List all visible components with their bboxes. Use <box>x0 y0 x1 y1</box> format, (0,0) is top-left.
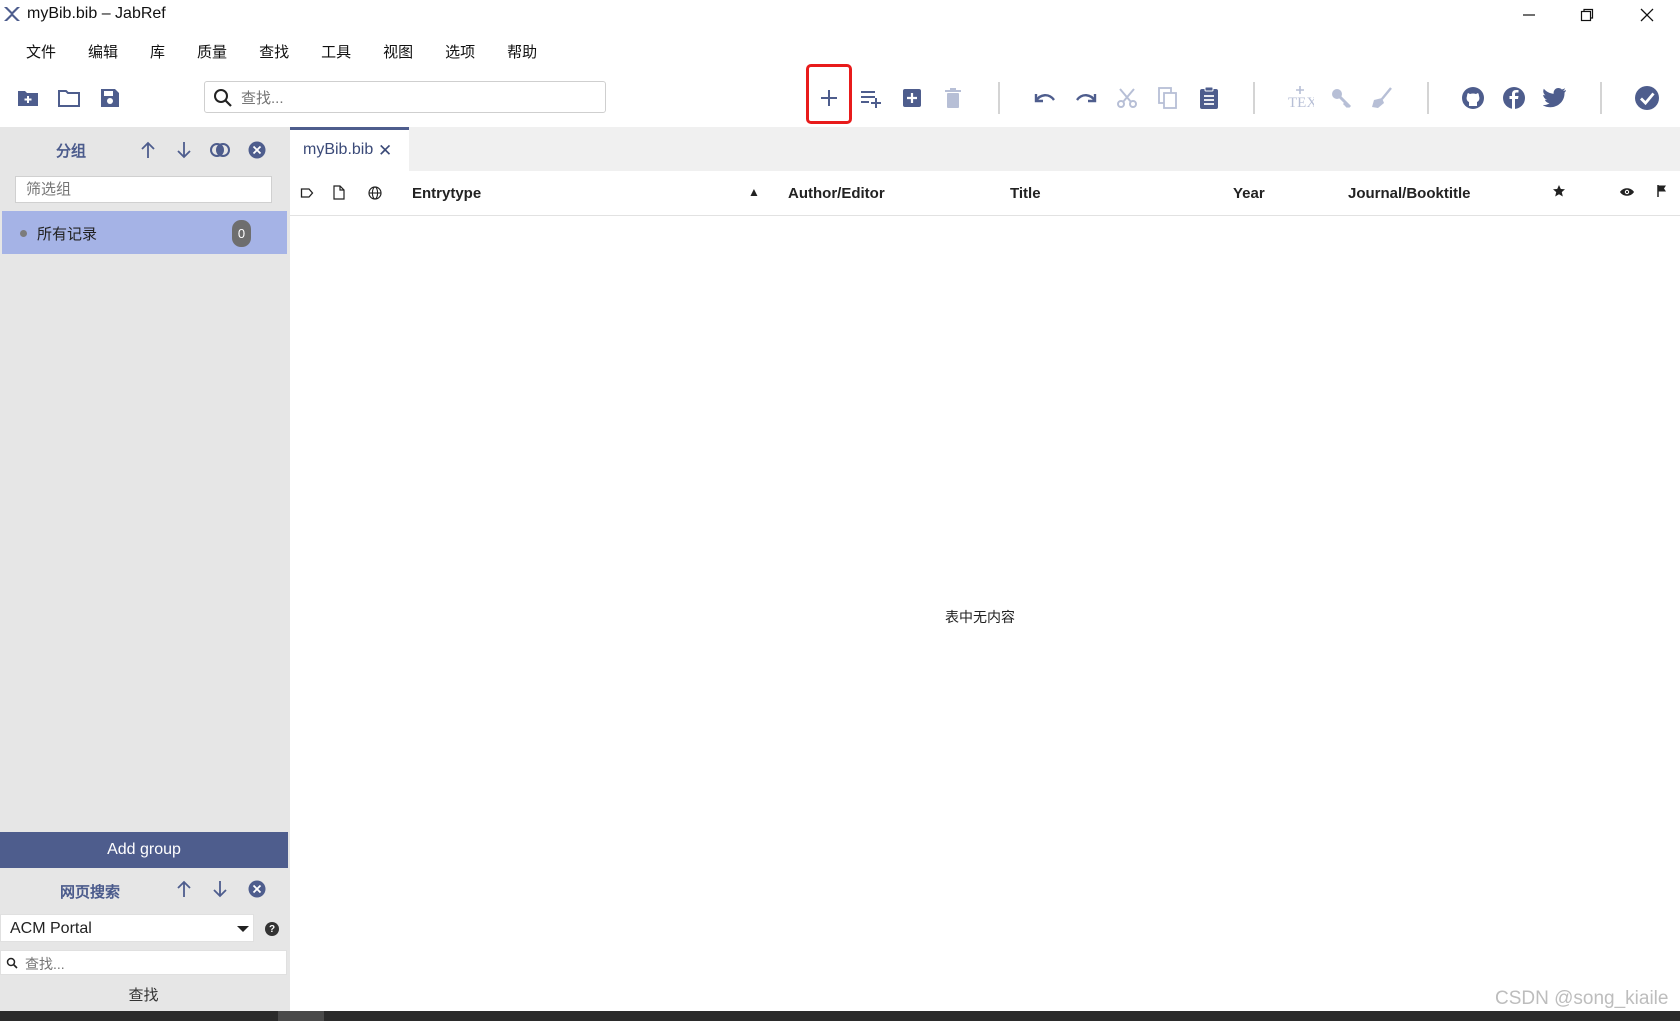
intersection-icon[interactable] <box>208 138 232 162</box>
tab-label: myBib.bib <box>303 141 374 158</box>
column-title[interactable]: Title <box>1010 185 1041 202</box>
open-library-icon[interactable] <box>52 81 86 115</box>
paste-icon[interactable] <box>1192 81 1226 115</box>
add-entry-from-id-icon[interactable] <box>854 81 888 115</box>
tab-close-icon[interactable]: ✕ <box>378 141 392 161</box>
small-search-icon <box>6 957 18 969</box>
library-tab-bar: myBib.bib ✕ <box>290 127 1680 171</box>
save-library-icon[interactable] <box>93 81 127 115</box>
minimize-icon[interactable] <box>1500 0 1558 30</box>
menu-edit[interactable]: 编辑 <box>88 36 118 64</box>
groups-title: 分组 <box>56 143 87 160</box>
global-search-box[interactable] <box>204 81 606 113</box>
tex-icon[interactable]: TEX <box>1283 81 1317 115</box>
toolbar-separator <box>1427 82 1429 114</box>
menu-bar: 文件 编辑 库 质量 查找 工具 视图 选项 帮助 <box>0 36 543 64</box>
toolbar-separator <box>1600 82 1602 114</box>
column-year[interactable]: Year <box>1233 185 1265 202</box>
dropdown-arrow-icon <box>237 926 249 932</box>
column-entrytype[interactable]: Entrytype <box>412 185 481 202</box>
check-circle-icon[interactable] <box>1630 81 1664 115</box>
file-icon[interactable] <box>333 185 345 200</box>
column-journal-booktitle[interactable]: Journal/Booktitle <box>1348 185 1471 202</box>
toolbar-separator <box>998 82 1000 114</box>
web-search-close-icon[interactable] <box>245 877 269 901</box>
add-group-button[interactable]: Add group <box>0 832 288 868</box>
add-entry-icon[interactable] <box>812 81 846 115</box>
key-icon[interactable] <box>1324 81 1358 115</box>
web-search-input[interactable] <box>23 953 282 974</box>
side-panel: 分组 所有记录 0 Add group 网页搜索 ACM Portal ? <box>0 127 290 1011</box>
linked-label-icon[interactable] <box>300 186 314 200</box>
group-item-label: 所有记录 <box>37 226 98 243</box>
web-search-arrow-up-icon[interactable] <box>172 877 196 901</box>
menu-help[interactable]: 帮助 <box>507 36 537 64</box>
globe-icon[interactable] <box>368 186 382 200</box>
sort-ascending-icon[interactable]: ▲ <box>748 185 760 199</box>
group-count-badge: 0 <box>232 220 251 247</box>
fetcher-select[interactable]: ACM Portal <box>0 914 254 942</box>
twitter-icon[interactable] <box>1538 81 1572 115</box>
menu-file[interactable]: 文件 <box>26 36 56 64</box>
menu-options[interactable]: 选项 <box>445 36 475 64</box>
fetcher-select-value: ACM Portal <box>10 920 92 937</box>
restore-icon[interactable] <box>1558 0 1616 30</box>
close-icon[interactable] <box>1618 0 1676 30</box>
new-library-icon[interactable] <box>11 81 45 115</box>
undo-icon[interactable] <box>1028 81 1062 115</box>
arrow-up-icon[interactable] <box>136 138 160 162</box>
group-dot-icon <box>20 230 27 237</box>
facebook-icon[interactable] <box>1497 81 1531 115</box>
redo-icon[interactable] <box>1069 81 1103 115</box>
close-circle-icon[interactable] <box>245 138 269 162</box>
table-header: Entrytype ▲ Author/Editor Title Year Jou… <box>290 171 1680 216</box>
cut-icon[interactable] <box>1110 81 1144 115</box>
help-icon[interactable]: ? <box>265 922 279 936</box>
toolbar-separator <box>1253 82 1255 114</box>
menu-quality[interactable]: 质量 <box>197 36 227 64</box>
star-icon[interactable] <box>1552 184 1566 198</box>
eye-icon[interactable] <box>1619 186 1635 198</box>
empty-table-message: 表中无内容 <box>945 609 1015 625</box>
global-search-input[interactable] <box>239 86 603 110</box>
web-search-title: 网页搜索 <box>60 884 121 901</box>
flag-icon[interactable] <box>1656 184 1668 198</box>
arrow-down-icon[interactable] <box>172 138 196 162</box>
github-icon[interactable] <box>1456 81 1490 115</box>
svg-text:TEX: TEX <box>1288 95 1314 111</box>
menu-tools[interactable]: 工具 <box>321 36 351 64</box>
menu-search[interactable]: 查找 <box>259 36 289 64</box>
group-filter-input[interactable] <box>15 176 272 203</box>
search-icon <box>213 88 233 108</box>
window-title: myBib.bib – JabRef <box>27 5 166 22</box>
web-search-box[interactable] <box>0 950 287 975</box>
cleanup-icon[interactable] <box>1365 81 1399 115</box>
new-entry-plus-icon[interactable] <box>895 81 929 115</box>
group-item-all-entries[interactable]: 所有记录 0 <box>2 211 287 254</box>
web-search-arrow-down-icon[interactable] <box>208 877 232 901</box>
title-bar: myBib.bib – JabRef <box>0 0 1680 30</box>
copy-icon[interactable] <box>1151 81 1185 115</box>
menu-view[interactable]: 视图 <box>383 36 413 64</box>
menu-library[interactable]: 库 <box>150 36 165 64</box>
scrollbar-thumb[interactable] <box>278 1011 324 1021</box>
groups-header: 分组 <box>0 127 290 169</box>
watermark: CSDN @song_kiaile <box>1495 988 1669 1009</box>
column-author-editor[interactable]: Author/Editor <box>788 185 885 202</box>
jabref-logo-icon <box>2 4 22 24</box>
web-search-button[interactable]: 查找 <box>0 979 287 1009</box>
bottom-scrollbar[interactable] <box>0 1011 1680 1021</box>
tab-mybib[interactable]: myBib.bib ✕ <box>290 127 409 171</box>
delete-entry-icon[interactable] <box>936 81 970 115</box>
